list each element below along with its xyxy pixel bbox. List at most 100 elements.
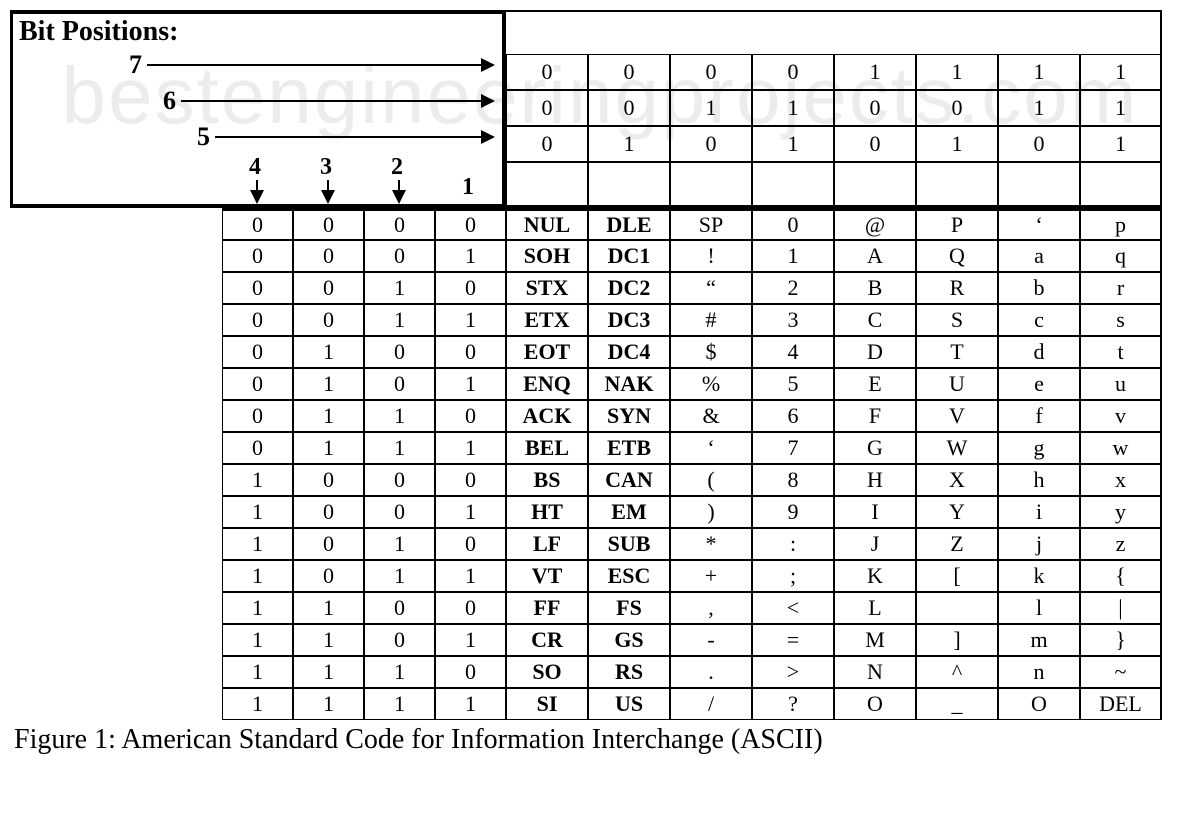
ascii-cell-4-3: 4: [752, 336, 834, 368]
ascii-cell-12-5: [916, 592, 998, 624]
ascii-cell-0-6: ‘: [998, 208, 1080, 240]
ascii-cell-9-2: ): [670, 496, 752, 528]
ascii-cell-2-3: 2: [752, 272, 834, 304]
col-bit-row7-6: 1: [998, 54, 1080, 90]
arrow-bit2-icon: [398, 180, 400, 202]
ascii-cell-10-7: z: [1080, 528, 1162, 560]
ascii-cell-9-7: y: [1080, 496, 1162, 528]
ascii-cell-7-7: w: [1080, 432, 1162, 464]
ascii-cell-1-5: Q: [916, 240, 998, 272]
row-blank-0: [10, 208, 222, 240]
row-bit-2-3: 0: [435, 272, 506, 304]
ascii-cell-13-4: M: [834, 624, 916, 656]
ascii-cell-13-2: -: [670, 624, 752, 656]
ascii-cell-5-3: 5: [752, 368, 834, 400]
row-blank-4: [10, 336, 222, 368]
ascii-cell-1-4: A: [834, 240, 916, 272]
row-bit-5-2: 0: [364, 368, 435, 400]
row-bit-7-3: 1: [435, 432, 506, 464]
row-bit-12-1: 1: [293, 592, 364, 624]
row-bit-10-0: 1: [222, 528, 293, 560]
bit-positions-box: Bit Positions: 7 6 5 4 3 2 1: [10, 10, 506, 208]
row-blank-10: [10, 528, 222, 560]
ascii-cell-4-6: d: [998, 336, 1080, 368]
ascii-cell-3-2: #: [670, 304, 752, 336]
bit7-label: 7: [129, 50, 142, 80]
ascii-cell-7-2: ‘: [670, 432, 752, 464]
col-bit-row5-6: 0: [998, 126, 1080, 162]
ascii-cell-8-6: h: [998, 464, 1080, 496]
ascii-cell-3-6: c: [998, 304, 1080, 336]
row-bit-14-0: 1: [222, 656, 293, 688]
ascii-cell-8-5: X: [916, 464, 998, 496]
ascii-cell-12-4: L: [834, 592, 916, 624]
ascii-cell-14-2: .: [670, 656, 752, 688]
col-bit-row5-7: 1: [1080, 126, 1162, 162]
col-bit-row5-3: 1: [752, 126, 834, 162]
ascii-cell-13-0: CR: [506, 624, 588, 656]
row-bit-15-2: 1: [364, 688, 435, 720]
ascii-cell-7-6: g: [998, 432, 1080, 464]
ascii-cell-9-5: Y: [916, 496, 998, 528]
row-bit-15-3: 1: [435, 688, 506, 720]
row-bit-5-0: 0: [222, 368, 293, 400]
row-bit-9-0: 1: [222, 496, 293, 528]
ascii-cell-13-1: GS: [588, 624, 670, 656]
ascii-cell-7-3: 7: [752, 432, 834, 464]
ascii-cell-11-7: {: [1080, 560, 1162, 592]
row-bit-9-2: 0: [364, 496, 435, 528]
ascii-cell-5-4: E: [834, 368, 916, 400]
col-bit-row5-2: 0: [670, 126, 752, 162]
row-blank-3: [10, 304, 222, 336]
ascii-cell-6-7: v: [1080, 400, 1162, 432]
arrow-bit7-icon: [147, 64, 493, 66]
row-blank-1: [10, 240, 222, 272]
row-bit-12-2: 0: [364, 592, 435, 624]
row-blank-2: [10, 272, 222, 304]
ascii-cell-2-5: R: [916, 272, 998, 304]
row-bit-3-3: 1: [435, 304, 506, 336]
arrow-bit6-icon: [181, 100, 493, 102]
row-bit-2-0: 0: [222, 272, 293, 304]
row-blank-15: [10, 688, 222, 720]
ascii-cell-14-0: SO: [506, 656, 588, 688]
ascii-cell-8-3: 8: [752, 464, 834, 496]
ascii-cell-13-3: =: [752, 624, 834, 656]
ascii-cell-2-6: b: [998, 272, 1080, 304]
row-blank-8: [10, 464, 222, 496]
ascii-cell-3-5: S: [916, 304, 998, 336]
ascii-cell-9-4: I: [834, 496, 916, 528]
row-bit-5-3: 1: [435, 368, 506, 400]
ascii-cell-11-3: ;: [752, 560, 834, 592]
ascii-cell-5-2: %: [670, 368, 752, 400]
row-bit-11-3: 1: [435, 560, 506, 592]
col-bit-row5-0: 0: [506, 126, 588, 162]
ascii-cell-5-7: u: [1080, 368, 1162, 400]
bit3-label: 3: [320, 154, 332, 181]
row-blank-6: [10, 400, 222, 432]
col-empty-2: [670, 162, 752, 208]
ascii-cell-12-0: FF: [506, 592, 588, 624]
ascii-cell-15-6: O: [998, 688, 1080, 720]
ascii-cell-13-7: }: [1080, 624, 1162, 656]
col-bit-row6-4: 0: [834, 90, 916, 126]
row-bit-13-2: 0: [364, 624, 435, 656]
row-bit-3-2: 1: [364, 304, 435, 336]
row-bit-4-0: 0: [222, 336, 293, 368]
ascii-cell-3-1: DC3: [588, 304, 670, 336]
row-bit-14-1: 1: [293, 656, 364, 688]
col-bit-row7-7: 1: [1080, 54, 1162, 90]
ascii-cell-0-5: P: [916, 208, 998, 240]
ascii-cell-11-0: VT: [506, 560, 588, 592]
ascii-cell-3-0: ETX: [506, 304, 588, 336]
ascii-cell-2-0: STX: [506, 272, 588, 304]
ascii-cell-0-7: p: [1080, 208, 1162, 240]
bit1-label: 1: [462, 174, 474, 201]
ascii-cell-10-0: LF: [506, 528, 588, 560]
ascii-cell-15-2: /: [670, 688, 752, 720]
ascii-cell-3-7: s: [1080, 304, 1162, 336]
bit6-label: 6: [163, 86, 176, 116]
ascii-cell-8-0: BS: [506, 464, 588, 496]
col-bit-row5-1: 1: [588, 126, 670, 162]
ascii-cell-4-0: EOT: [506, 336, 588, 368]
